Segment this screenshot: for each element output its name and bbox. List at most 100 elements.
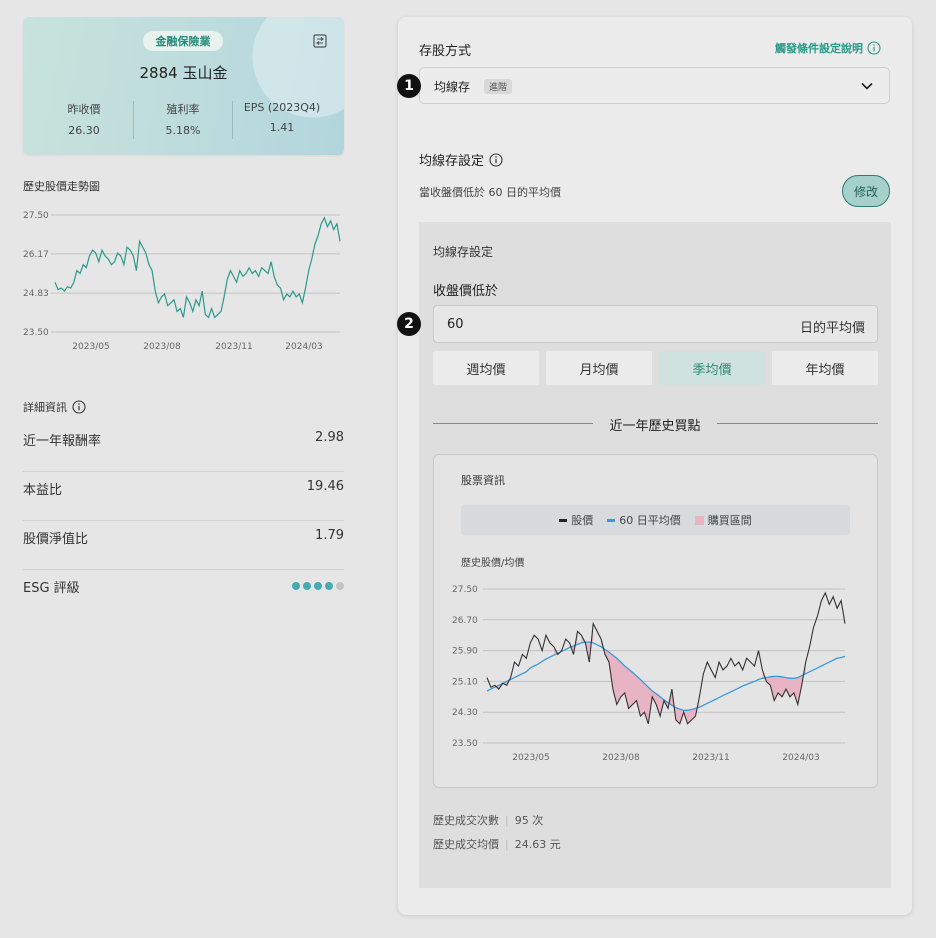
y-tick-label: 27.50 <box>23 211 49 221</box>
info-icon[interactable] <box>867 41 881 55</box>
x-tick-label: 2023/11 <box>692 753 729 763</box>
x-tick-label: 2023/08 <box>602 753 640 763</box>
advanced-tag: 進階 <box>484 79 513 94</box>
summary-label: 歷史成交次數 <box>433 814 499 827</box>
detail-label: 本益比 <box>23 483 63 498</box>
mini-price-chart: 27.50 26.17 24.83 23.50 2023/05 2023/08 2023/1… <box>23 211 341 352</box>
input-value[interactable]: 60 <box>447 317 464 332</box>
summary-label: 歷史成交均價 <box>433 838 499 851</box>
detail-value: 19.46 <box>306 479 344 494</box>
summary-value: 95 次 <box>514 814 544 827</box>
details-header: 詳細資訊 <box>23 399 86 415</box>
legend-swatch <box>559 518 568 522</box>
y-tick-label: 23.50 <box>23 328 49 338</box>
summary-trades: 歷史成交次數 | 95 次 <box>433 814 544 827</box>
mini-chart-title: 歷史股價走勢圖 <box>23 180 100 193</box>
detail-row-esg: ESG 評級 <box>23 569 344 618</box>
detail-label: 近一年報酬率 <box>23 434 102 449</box>
ma-setting-header: 均線存設定 <box>419 150 503 169</box>
below-label: 收盤價低於 <box>433 284 499 299</box>
chevron-down-icon[interactable] <box>860 80 874 92</box>
esg-rating-dots <box>292 582 344 590</box>
price-line <box>486 591 846 725</box>
edit-button[interactable]: 修改 <box>842 175 890 207</box>
chart-ylabel: 歷史股價/均價 <box>461 558 525 569</box>
segment-yearly[interactable]: 年均價 <box>772 351 878 385</box>
price-ma-chart: 27.50 26.70 25.90 25.10 24.30 23.50 2023/05 202… <box>452 585 846 763</box>
stat-label: 昨收價 <box>67 103 101 116</box>
method-label: 存股方式 <box>419 44 472 59</box>
chart-card-title: 股票資訊 <box>461 474 505 487</box>
divider-line <box>717 423 878 424</box>
x-tick-label: 2024/03 <box>285 342 322 352</box>
esg-dot <box>336 582 344 590</box>
legend-item-buy-zone: 購買區間 <box>694 512 752 528</box>
detail-label: 股價淨值比 <box>23 532 89 547</box>
ma-line <box>486 641 846 711</box>
y-tick-label: 23.50 <box>452 739 478 749</box>
summary-avg-price: 歷史成交均價 | 24.63 元 <box>433 838 561 851</box>
y-tick-label: 24.83 <box>23 289 49 299</box>
stat-value: 1.41 <box>269 121 295 134</box>
detail-value: 2.98 <box>315 430 344 445</box>
stat-eps: EPS (2023Q4) 1.41 <box>232 101 332 134</box>
legend-item-ma: 60 日平均價 <box>607 512 681 528</box>
help-link[interactable]: 觸發條件設定說明 <box>775 40 881 56</box>
segment-weekly[interactable]: 週均價 <box>433 351 539 385</box>
price-line <box>54 216 341 319</box>
ma-setting-title: 均線存設定 <box>419 154 485 169</box>
details-title: 詳細資訊 <box>23 401 67 414</box>
esg-dot <box>325 582 333 590</box>
esg-dot <box>303 582 311 590</box>
chart-legend: 股價 60 日平均價 購買區間 <box>461 505 850 535</box>
info-icon[interactable] <box>489 152 503 167</box>
y-tick-label: 26.70 <box>452 616 478 626</box>
legend-swatch <box>694 515 704 525</box>
inner-title: 均線存設定 <box>433 245 494 259</box>
segment-quarterly[interactable]: 季均價 <box>659 351 765 385</box>
y-tick-label: 24.30 <box>452 708 478 718</box>
detail-value: 1.79 <box>315 528 344 543</box>
stat-value: 5.18% <box>165 124 201 137</box>
y-tick-label: 26.17 <box>23 250 49 260</box>
switch-icon[interactable] <box>312 33 328 49</box>
stat-yield: 殖利率 5.18% <box>133 101 233 137</box>
industry-badge: 金融保險業 <box>143 31 223 51</box>
legend-label: 購買區間 <box>707 514 752 527</box>
legend-swatch <box>607 518 616 522</box>
summary-value: 24.63 元 <box>514 838 561 851</box>
x-tick-label: 2023/05 <box>72 342 109 352</box>
legend-label: 60 日平均價 <box>619 514 681 527</box>
method-dropdown[interactable]: 均線存 進階 <box>419 67 890 104</box>
y-tick-label: 27.50 <box>452 585 478 595</box>
y-tick-label: 25.90 <box>452 647 478 657</box>
legend-label: 股價 <box>571 514 594 527</box>
stat-label: 殖利率 <box>166 103 200 116</box>
step-marker-2: 2 <box>397 312 421 336</box>
detail-row-pe: 本益比 19.46 <box>23 471 344 521</box>
history-divider-label: 近一年歷史買點 <box>609 419 701 434</box>
detail-row-pb: 股價淨值比 1.79 <box>23 520 344 570</box>
x-tick-label: 2023/08 <box>143 342 181 352</box>
input-suffix: 日的平均價 <box>799 321 865 336</box>
divider-line <box>433 423 593 424</box>
x-tick-label: 2023/05 <box>512 753 549 763</box>
step-marker-1: 1 <box>397 74 421 98</box>
ma-days-input[interactable]: 60 日的平均價 <box>433 305 878 343</box>
y-tick-label: 25.10 <box>452 677 478 687</box>
segment-monthly[interactable]: 月均價 <box>546 351 652 385</box>
legend-item-price: 股價 <box>559 512 593 528</box>
ma-setting-desc: 當收盤價低於 60 日的平均價 <box>419 186 561 199</box>
stat-label: EPS (2023Q4) <box>243 101 321 114</box>
x-tick-label: 2024/03 <box>782 753 819 763</box>
stat-value: 26.30 <box>68 124 100 137</box>
esg-dot <box>292 582 300 590</box>
stat-prev-close: 昨收價 26.30 <box>34 101 134 137</box>
detail-label: ESG 評級 <box>23 581 80 596</box>
x-tick-label: 2023/11 <box>215 342 252 352</box>
info-icon[interactable] <box>72 400 86 414</box>
help-link-text[interactable]: 觸發條件設定說明 <box>775 40 863 56</box>
stock-title: 2884 玉山金 <box>139 64 228 82</box>
detail-row-return: 近一年報酬率 2.98 <box>23 422 344 472</box>
stock-card: 金融保險業 2884 玉山金 昨收價 26.30 殖利率 5.18% EPS (… <box>23 17 344 155</box>
